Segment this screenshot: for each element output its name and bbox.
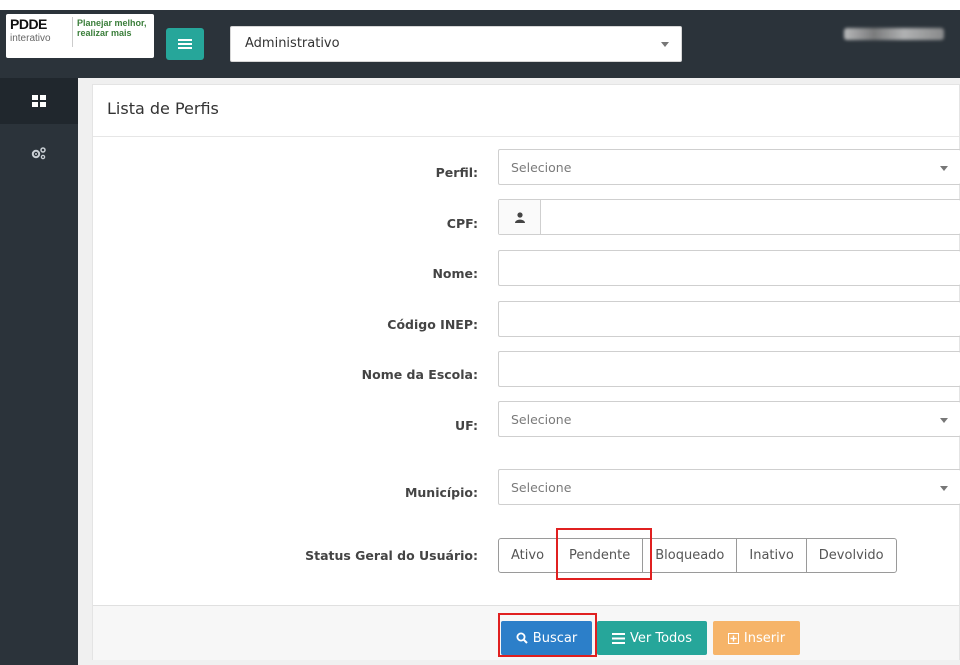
cpf-label: CPF: xyxy=(446,216,478,231)
perfil-label: Perfil: xyxy=(435,165,478,180)
ver-todos-button[interactable]: Ver Todos xyxy=(597,621,707,655)
pendente-highlight-box xyxy=(556,528,652,580)
codigo-inep-input[interactable] xyxy=(498,301,960,337)
logo-subtitle: interativo xyxy=(10,33,51,44)
top-strip xyxy=(0,0,960,10)
chevron-down-icon xyxy=(940,486,948,491)
nome-escola-label: Nome da Escola: xyxy=(361,367,478,382)
user-name-redacted[interactable] xyxy=(844,28,944,40)
cpf-input[interactable] xyxy=(498,199,960,235)
profiles-card: Lista de Perfis Perfil: Selecione CPF: N… xyxy=(92,84,960,660)
list-icon xyxy=(611,632,625,644)
nome-input[interactable] xyxy=(498,250,960,286)
dashboard-grid-icon xyxy=(32,95,46,107)
top-bar: PDDE interativo Planejar melhor, realiza… xyxy=(0,0,960,78)
main-content: Lista de Perfis Perfil: Selecione CPF: N… xyxy=(78,78,960,665)
context-select-value: Administrativo xyxy=(245,36,340,51)
chevron-down-icon xyxy=(940,418,948,423)
menu-toggle-button[interactable] xyxy=(166,28,204,60)
chevron-down-icon xyxy=(940,166,948,171)
logo-divider xyxy=(72,17,73,47)
buscar-highlight-box xyxy=(498,613,597,657)
sidebar xyxy=(0,78,78,665)
nome-escola-input[interactable] xyxy=(498,351,960,387)
gears-icon xyxy=(31,147,46,160)
logo-title: PDDE xyxy=(10,16,47,32)
inserir-label: Inserir xyxy=(743,630,786,646)
pdde-logo[interactable]: PDDE interativo Planejar melhor, realiza… xyxy=(6,14,154,58)
uf-select-value: Selecione xyxy=(511,412,572,427)
municipio-label: Município: xyxy=(404,485,478,500)
plus-square-icon xyxy=(727,632,739,644)
status-devolvido-button[interactable]: Devolvido xyxy=(805,538,897,573)
perfil-select[interactable]: Selecione xyxy=(498,149,960,185)
status-inativo-button[interactable]: Inativo xyxy=(736,538,807,573)
context-select[interactable]: Administrativo xyxy=(230,26,682,62)
status-bloqueado-button[interactable]: Bloqueado xyxy=(642,538,738,573)
sidebar-item-dashboard[interactable] xyxy=(0,78,78,124)
page-title: Lista de Perfis xyxy=(107,99,219,118)
status-ativo-button[interactable]: Ativo xyxy=(498,538,558,573)
municipio-select-value: Selecione xyxy=(511,480,572,495)
codigo-inep-label: Código INEP: xyxy=(387,317,478,332)
uf-select[interactable]: Selecione xyxy=(498,401,960,437)
municipio-select[interactable]: Selecione xyxy=(498,469,960,505)
chevron-down-icon xyxy=(661,42,669,47)
status-label: Status Geral do Usuário: xyxy=(305,548,478,563)
hamburger-icon xyxy=(178,39,192,49)
user-icon xyxy=(499,200,541,234)
inserir-button[interactable]: Inserir xyxy=(713,621,800,655)
nome-label: Nome: xyxy=(432,266,478,281)
title-divider xyxy=(93,136,959,137)
perfil-select-value: Selecione xyxy=(511,160,572,175)
uf-label: UF: xyxy=(454,418,478,433)
logo-tagline-1: Planejar melhor, xyxy=(77,18,147,28)
logo-tagline-2: realizar mais xyxy=(77,28,132,38)
ver-todos-label: Ver Todos xyxy=(629,630,693,646)
sidebar-item-settings[interactable] xyxy=(0,130,78,176)
